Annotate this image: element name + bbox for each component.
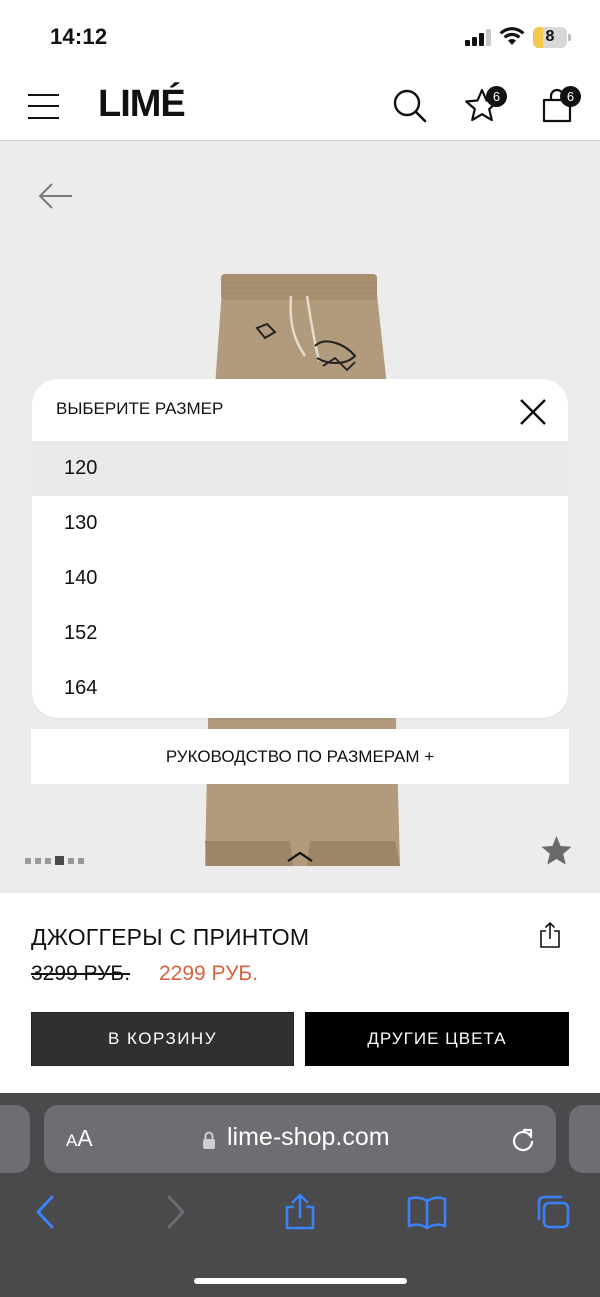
url-text[interactable]: lime-shop.com — [227, 1123, 390, 1152]
forward-icon[interactable] — [163, 1193, 187, 1231]
share-icon[interactable] — [538, 921, 562, 949]
chevron-up-icon[interactable] — [286, 849, 314, 863]
size-option-152[interactable]: 152 — [32, 606, 568, 661]
size-picker: ВЫБЕРИТЕ РАЗМЕР 120 130 140 152 164 — [32, 379, 568, 718]
status-time: 14:12 — [50, 24, 108, 49]
product-info: ДЖОГГЕРЫ С ПРИНТОМ 3299 РУБ. 2299 РУБ. В… — [0, 893, 600, 1093]
previous-tab-peek[interactable] — [0, 1105, 30, 1173]
close-icon[interactable] — [518, 397, 548, 427]
product-gallery: ВЫБЕРИТЕ РАЗМЕР 120 130 140 152 164 РУКО… — [0, 141, 600, 893]
size-option-164[interactable]: 164 — [32, 661, 568, 716]
page-dot[interactable] — [78, 857, 84, 864]
page-dot[interactable] — [68, 857, 74, 864]
old-price: 3299 РУБ. — [31, 962, 131, 985]
battery-icon: 8 — [533, 27, 571, 48]
site-header: LIMÉ 6 6 — [0, 72, 600, 141]
wifi-icon — [499, 27, 525, 45]
size-picker-title: ВЫБЕРИТЕ РАЗМЕР — [56, 399, 224, 418]
status-bar: 14:12 8 — [0, 0, 600, 72]
size-option-120[interactable]: 120 — [32, 441, 568, 496]
next-tab-peek[interactable] — [569, 1105, 600, 1173]
cellular-signal-icon — [465, 28, 491, 46]
reload-icon[interactable] — [510, 1126, 536, 1154]
lock-icon — [203, 1131, 215, 1149]
favorites-count-badge: 6 — [486, 86, 507, 107]
tabs-icon[interactable] — [534, 1193, 572, 1231]
size-guide-button[interactable]: РУКОВОДСТВО ПО РАЗМЕРАМ + — [31, 729, 569, 784]
battery-level: 8 — [545, 28, 555, 45]
menu-icon[interactable] — [28, 92, 59, 120]
gallery-pagination — [25, 852, 88, 866]
home-indicator — [194, 1278, 407, 1284]
brand-logo[interactable]: LIMÉ — [98, 83, 186, 126]
bookmarks-icon[interactable] — [407, 1193, 447, 1231]
text-size-button[interactable]: AA — [66, 1125, 93, 1152]
page-dot[interactable] — [25, 857, 31, 864]
star-icon[interactable] — [540, 835, 573, 867]
browser-bar: AA lime-shop.com — [0, 1093, 600, 1297]
page-dot[interactable] — [45, 857, 51, 864]
add-to-cart-button[interactable]: В КОРЗИНУ — [31, 1012, 294, 1066]
search-icon[interactable] — [390, 86, 430, 126]
page-dot[interactable] — [35, 857, 41, 864]
sale-price: 2299 РУБ. — [159, 962, 259, 985]
other-colors-button[interactable]: ДРУГИЕ ЦВЕТА — [305, 1012, 569, 1066]
cart-count-badge: 6 — [560, 86, 581, 107]
product-title: ДЖОГГЕРЫ С ПРИНТОМ — [31, 924, 310, 950]
page-dot-active[interactable] — [55, 856, 64, 866]
size-list: 120 130 140 152 164 — [32, 441, 568, 716]
size-option-140[interactable]: 140 — [32, 551, 568, 606]
size-option-130[interactable]: 130 — [32, 496, 568, 551]
share-icon[interactable] — [284, 1193, 316, 1231]
address-bar[interactable]: AA lime-shop.com — [44, 1105, 556, 1173]
back-icon[interactable] — [34, 1193, 58, 1231]
arrow-left-icon[interactable] — [38, 181, 74, 211]
